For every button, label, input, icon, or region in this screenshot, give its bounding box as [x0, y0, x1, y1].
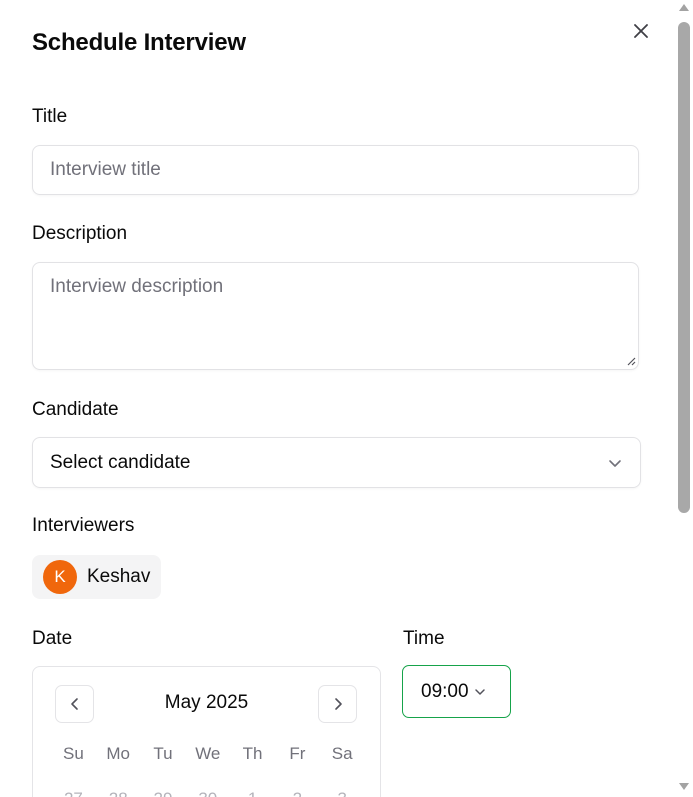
calendar-day[interactable]: 2	[275, 789, 320, 797]
chevron-down-icon	[474, 688, 485, 695]
title-input[interactable]	[32, 145, 639, 195]
weekday-label: Mo	[106, 744, 130, 763]
time-select[interactable]: 09:00	[402, 665, 511, 718]
time-label: Time	[403, 628, 445, 649]
chevron-down-icon	[609, 459, 621, 467]
scroll-up-arrow-icon[interactable]	[679, 4, 689, 11]
calendar-day[interactable]: 27	[51, 789, 96, 797]
candidate-select-value: Select candidate	[50, 451, 191, 473]
weekday-label: Tu	[153, 744, 173, 763]
weekday-label: Su	[63, 744, 84, 763]
description-textarea[interactable]	[32, 262, 639, 370]
interviewer-name: Keshav	[87, 566, 151, 587]
candidate-label: Candidate	[32, 399, 119, 420]
schedule-interview-dialog: Schedule Interview Title Description Can…	[0, 0, 675, 797]
scrollbar-thumb[interactable]	[678, 22, 690, 513]
close-icon	[634, 24, 648, 38]
description-label: Description	[32, 223, 128, 244]
interviewers-label: Interviewers	[32, 515, 135, 536]
calendar-week-row: 27 28 29 30 1 2 3	[51, 789, 365, 797]
next-month-button[interactable]	[318, 685, 357, 723]
chevron-right-icon	[334, 698, 342, 710]
avatar: K	[43, 560, 77, 594]
calendar-day[interactable]: 30	[185, 789, 230, 797]
calendar-day[interactable]: 3	[320, 789, 365, 797]
dialog-title: Schedule Interview	[32, 29, 246, 56]
scrollbar[interactable]	[675, 0, 693, 797]
weekday-label: Th	[242, 744, 263, 763]
interviewer-chip[interactable]: K Keshav	[32, 555, 162, 599]
calendar-day[interactable]: 28	[96, 789, 141, 797]
date-calendar: May 2025 Su Mo Tu We Th Fr Sa 27 28 29 3…	[32, 666, 381, 797]
weekday-label: Sa	[331, 744, 353, 763]
resize-handle-icon[interactable]	[626, 356, 636, 366]
calendar-day[interactable]: 1	[230, 789, 275, 797]
weekday-label: Fr	[289, 744, 306, 763]
scroll-down-arrow-icon[interactable]	[679, 783, 689, 790]
candidate-select[interactable]: Select candidate	[32, 437, 641, 488]
calendar-day[interactable]: 29	[141, 789, 186, 797]
close-button[interactable]	[630, 20, 652, 42]
weekday-header: Su Mo Tu We Th Fr Sa	[51, 744, 365, 764]
title-label: Title	[32, 106, 68, 127]
time-value: 09:00	[421, 680, 469, 702]
weekday-label: We	[195, 744, 221, 763]
date-label: Date	[32, 628, 73, 649]
